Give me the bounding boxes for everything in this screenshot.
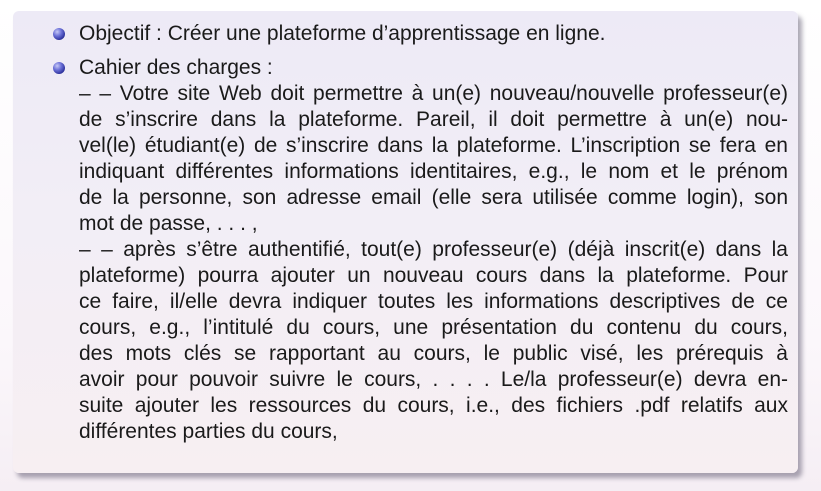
- body-line: avoir pour pouvoir suivre le cours, . . …: [79, 368, 788, 391]
- body-line: ce faire, il/elle devra indiquer toutes …: [79, 290, 788, 313]
- body-line: plateforme) pourra ajouter un nouveau co…: [79, 264, 788, 287]
- body-line: des mots clés se rapportant au cours, le…: [79, 342, 788, 365]
- bullet-icon: [53, 28, 65, 40]
- body-line: vel(le) étudiant(e) de s’inscrire dans l…: [79, 134, 788, 157]
- body-line: différentes parties du cours,: [79, 420, 338, 443]
- body-line: de s’inscrire dans la plateforme. Pareil…: [79, 108, 788, 131]
- slide: Objectif : Créer une plateforme d’appren…: [0, 0, 821, 491]
- objectif-text: Objectif : Créer une plateforme d’appren…: [79, 22, 606, 45]
- body-line: indiquant différentes informations ident…: [79, 160, 788, 183]
- body-line: – – après s’être authentifié, tout(e) pr…: [79, 238, 788, 261]
- body-line: mot de passe, . . . ,: [79, 212, 258, 235]
- cahier-heading: Cahier des charges :: [79, 56, 273, 79]
- body-line: de la personne, son adresse email (elle …: [79, 186, 788, 209]
- body-line: – – Votre site Web doit permettre à un(e…: [79, 82, 788, 105]
- content-block: Objectif : Créer une plateforme d’appren…: [13, 11, 798, 473]
- bullet-icon: [53, 62, 65, 74]
- body-line: suite ajouter les ressources du cours, i…: [79, 394, 788, 417]
- body-line: cours, e.g., l’intitulé du cours, une pr…: [79, 316, 788, 339]
